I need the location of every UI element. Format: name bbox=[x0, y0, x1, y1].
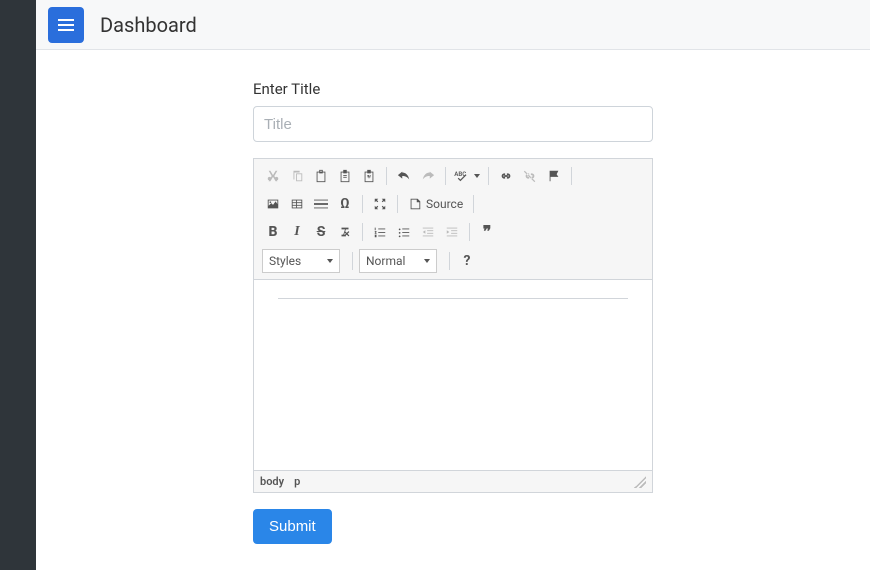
toolbar-separator bbox=[445, 167, 446, 185]
page-title: Dashboard bbox=[100, 13, 197, 37]
remove-format-icon bbox=[338, 225, 352, 239]
about-button[interactable]: ? bbox=[456, 250, 478, 272]
maximize-button[interactable] bbox=[369, 193, 391, 215]
cut-button[interactable] bbox=[262, 165, 284, 187]
paste-button[interactable] bbox=[310, 165, 332, 187]
chevron-down-icon bbox=[327, 259, 333, 263]
omega-icon: Ω bbox=[340, 196, 349, 212]
strike-icon: S bbox=[317, 224, 326, 240]
image-icon bbox=[266, 197, 280, 211]
outdent-button[interactable] bbox=[417, 221, 439, 243]
copy-icon bbox=[290, 169, 304, 183]
editor-toolbar: ABC bbox=[254, 159, 652, 280]
image-button[interactable] bbox=[262, 193, 284, 215]
source-button[interactable]: Source bbox=[404, 193, 467, 215]
menu-toggle-button[interactable] bbox=[48, 7, 84, 43]
outdent-icon bbox=[421, 225, 435, 239]
submit-button[interactable]: Submit bbox=[253, 509, 332, 544]
source-label: Source bbox=[426, 197, 463, 211]
unlink-button[interactable] bbox=[519, 165, 541, 187]
path-p[interactable]: p bbox=[294, 475, 300, 488]
indent-icon bbox=[445, 225, 459, 239]
toolbar-separator bbox=[362, 195, 363, 213]
toolbar-separator bbox=[386, 167, 387, 185]
toolbar-separator bbox=[571, 167, 572, 185]
bullet-list-icon bbox=[397, 225, 411, 239]
question-icon: ? bbox=[464, 253, 471, 269]
resize-grip[interactable] bbox=[634, 476, 646, 488]
flag-icon bbox=[547, 169, 561, 183]
indent-button[interactable] bbox=[441, 221, 463, 243]
clipboard-icon bbox=[314, 169, 328, 183]
table-button[interactable] bbox=[286, 193, 308, 215]
editor-footer: body p bbox=[254, 470, 652, 492]
table-icon bbox=[290, 197, 304, 211]
undo-icon bbox=[397, 169, 411, 183]
anchor-button[interactable] bbox=[543, 165, 565, 187]
clipboard-word-icon bbox=[362, 169, 376, 183]
numbered-list-button[interactable] bbox=[369, 221, 391, 243]
format-label: Normal bbox=[366, 254, 405, 268]
clipboard-text-icon bbox=[338, 169, 352, 183]
redo-icon bbox=[421, 169, 435, 183]
path-body[interactable]: body bbox=[260, 475, 284, 488]
maximize-icon bbox=[373, 197, 387, 211]
copy-button[interactable] bbox=[286, 165, 308, 187]
undo-button[interactable] bbox=[393, 165, 415, 187]
toolbar-separator bbox=[449, 252, 450, 270]
remove-format-button[interactable] bbox=[334, 221, 356, 243]
hr-button[interactable] bbox=[310, 193, 332, 215]
topbar: Dashboard bbox=[36, 0, 870, 50]
spellcheck-button[interactable]: ABC bbox=[452, 165, 482, 187]
strike-button[interactable]: S bbox=[310, 221, 332, 243]
horizontal-rule-icon bbox=[314, 197, 328, 211]
hamburger-icon bbox=[58, 17, 74, 33]
blockquote-button[interactable]: ❞ bbox=[476, 221, 498, 243]
chevron-down-icon bbox=[424, 259, 430, 263]
toolbar-separator bbox=[488, 167, 489, 185]
paste-text-button[interactable] bbox=[334, 165, 356, 187]
side-rail bbox=[0, 0, 36, 570]
bullet-list-button[interactable] bbox=[393, 221, 415, 243]
scissors-icon bbox=[266, 169, 280, 183]
italic-icon: I bbox=[294, 224, 299, 240]
special-char-button[interactable]: Ω bbox=[334, 193, 356, 215]
format-dropdown[interactable]: Normal bbox=[359, 249, 437, 273]
paste-word-button[interactable] bbox=[358, 165, 380, 187]
title-input[interactable] bbox=[253, 106, 653, 142]
styles-dropdown[interactable]: Styles bbox=[262, 249, 340, 273]
styles-label: Styles bbox=[269, 254, 301, 268]
redo-button[interactable] bbox=[417, 165, 439, 187]
editor-path[interactable]: body p bbox=[260, 475, 300, 488]
rich-text-editor: ABC bbox=[253, 158, 653, 493]
toolbar-separator bbox=[473, 195, 474, 213]
spellcheck-icon: ABC bbox=[454, 169, 472, 183]
title-label: Enter Title bbox=[253, 80, 653, 98]
unlink-icon bbox=[523, 169, 537, 183]
link-button[interactable] bbox=[495, 165, 517, 187]
bold-icon: B bbox=[269, 224, 278, 240]
editor-body[interactable] bbox=[254, 280, 652, 470]
toolbar-separator bbox=[362, 223, 363, 241]
content-hr bbox=[278, 298, 628, 299]
italic-button[interactable]: I bbox=[286, 221, 308, 243]
chevron-down-icon bbox=[474, 174, 480, 178]
bold-button[interactable]: B bbox=[262, 221, 284, 243]
numbered-list-icon bbox=[373, 225, 387, 239]
quote-icon: ❞ bbox=[483, 222, 492, 242]
toolbar-separator bbox=[397, 195, 398, 213]
source-icon bbox=[408, 197, 422, 211]
link-icon bbox=[499, 169, 513, 183]
toolbar-separator bbox=[469, 223, 470, 241]
toolbar-separator bbox=[352, 252, 353, 270]
